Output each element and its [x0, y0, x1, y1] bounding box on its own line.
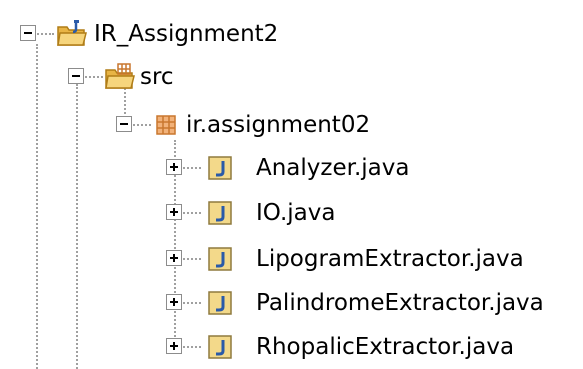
tree-node-java-file[interactable]: LipogramExtractor.java [206, 239, 524, 279]
project-label: IR_Assignment2 [94, 21, 279, 47]
tree-node-java-file[interactable]: RhopalicExtractor.java [206, 327, 514, 367]
project-folder-icon [56, 19, 88, 49]
java-file-label: RhopalicExtractor.java [256, 334, 515, 360]
source-folder-icon [104, 62, 136, 92]
tree-guide-line [183, 212, 201, 214]
java-file-label: IO.java [256, 200, 336, 226]
expand-toggle-lipogram[interactable] [166, 250, 182, 266]
tree-guide-line [183, 258, 201, 260]
tree-guide-line [85, 76, 103, 78]
java-file-label: Analyzer.java [256, 155, 410, 181]
expand-toggle-palindrome[interactable] [166, 294, 182, 310]
expand-toggle-io[interactable] [166, 204, 182, 220]
collapse-toggle-project[interactable] [20, 25, 36, 41]
tree-guide-line [34, 33, 54, 35]
tree-node-java-file[interactable]: Analyzer.java [206, 148, 409, 188]
collapse-toggle-package[interactable] [116, 116, 132, 132]
package-icon [154, 110, 180, 140]
java-file-label: PalindromeExtractor.java [256, 290, 544, 316]
java-file-icon [206, 198, 236, 228]
tree-guide-line [183, 302, 201, 304]
tree-node-java-file[interactable]: PalindromeExtractor.java [206, 283, 544, 323]
tree-node-package[interactable]: ir.assignment02 [154, 105, 370, 145]
expand-toggle-rhopalic[interactable] [166, 338, 182, 354]
java-file-icon [206, 244, 236, 274]
java-file-icon [206, 288, 236, 318]
tree-guide-line [133, 124, 151, 126]
collapse-toggle-src[interactable] [68, 68, 84, 84]
tree-node-project[interactable]: IR_Assignment2 [56, 14, 278, 54]
java-file-label: LipogramExtractor.java [256, 246, 524, 272]
package-explorer-tree: IR_Assignment2 src ir.assignment02 Analy… [0, 0, 583, 369]
tree-node-java-file[interactable]: IO.java [206, 193, 335, 233]
src-label: src [140, 64, 174, 90]
java-file-icon [206, 153, 236, 183]
tree-guide-line [183, 167, 201, 169]
java-file-icon [206, 332, 236, 362]
tree-guide-line [36, 44, 38, 369]
package-label: ir.assignment02 [186, 112, 371, 138]
tree-guide-line [76, 84, 78, 369]
expand-toggle-analyzer[interactable] [166, 159, 182, 175]
tree-node-src[interactable]: src [104, 57, 174, 97]
tree-guide-line [183, 346, 201, 348]
